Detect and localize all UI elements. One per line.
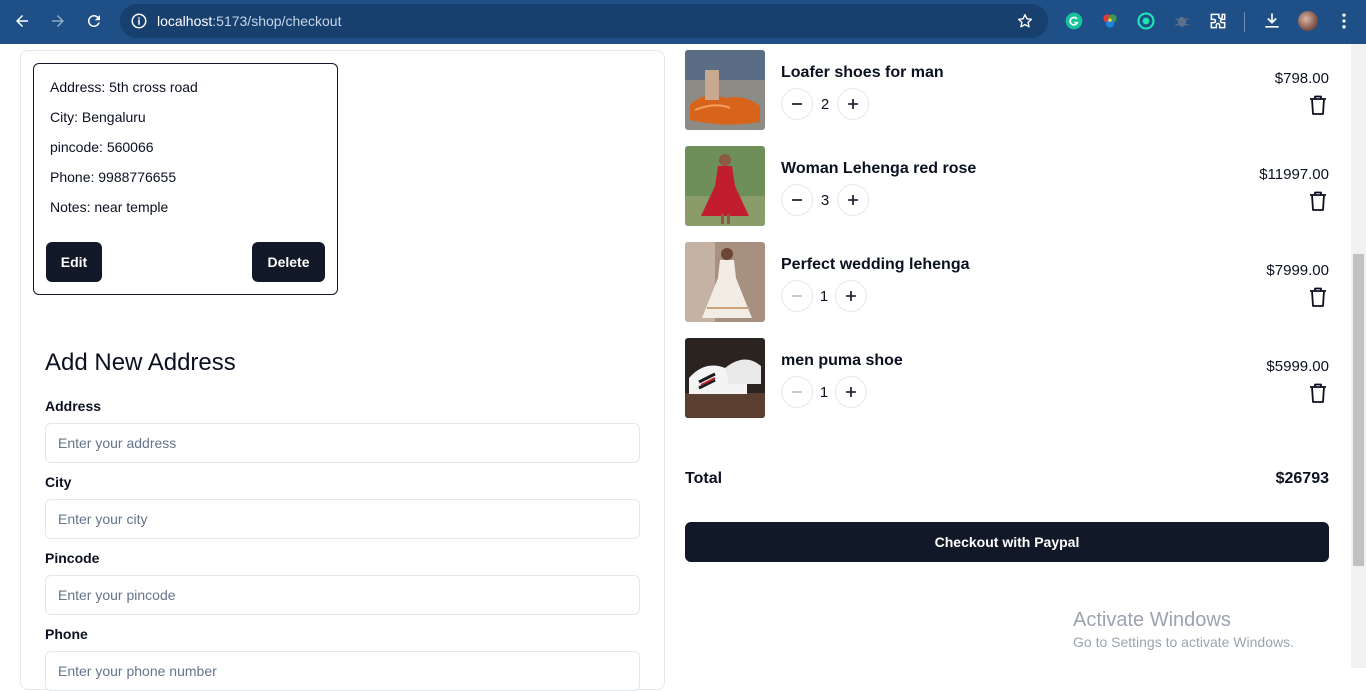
kebab-menu-icon[interactable]: [1334, 11, 1354, 31]
decrease-quantity-button[interactable]: [781, 184, 813, 216]
phone-input[interactable]: [45, 651, 640, 691]
cart-item: Woman Lehenga red rose 3 $11997.00: [685, 146, 1329, 226]
watermark-subtitle: Go to Settings to activate Windows.: [1073, 634, 1294, 650]
item-price: $798.00: [1274, 70, 1329, 87]
plus-icon: [848, 195, 858, 205]
download-icon[interactable]: [1262, 11, 1282, 31]
notes-line: Notes: near temple: [50, 199, 169, 215]
checkout-page: Address: 5th cross road City: Bengaluru …: [0, 44, 1366, 691]
trash-icon[interactable]: [1308, 286, 1328, 308]
increase-quantity-button[interactable]: [835, 280, 867, 312]
scrollbar-thumb[interactable]: [1353, 254, 1364, 566]
cart-item: Loafer shoes for man 2 $798.00: [685, 50, 1329, 130]
product-image: [685, 338, 765, 418]
watermark-title: Activate Windows: [1073, 609, 1231, 631]
item-quantity: 1: [819, 288, 829, 305]
address-field-label: Address: [45, 398, 102, 414]
pincode-input[interactable]: [45, 575, 640, 615]
item-quantity: 3: [820, 192, 830, 209]
forward-icon[interactable]: [46, 9, 70, 33]
back-icon[interactable]: [10, 9, 34, 33]
add-address-title: Add New Address: [45, 349, 236, 376]
extensions-puzzle-icon[interactable]: [1208, 11, 1228, 31]
decrease-quantity-button[interactable]: [781, 280, 813, 312]
trash-icon[interactable]: [1308, 94, 1328, 116]
city-field-label: City: [45, 474, 72, 490]
plus-icon: [846, 291, 856, 301]
product-image: [685, 242, 765, 322]
phone-line: Phone: 9988776655: [50, 169, 177, 185]
item-title: Loafer shoes for man: [781, 64, 944, 81]
trash-icon[interactable]: [1308, 382, 1328, 404]
item-price: $11997.00: [1259, 166, 1329, 183]
bookmark-star-icon[interactable]: [1016, 12, 1034, 30]
item-price: $7999.00: [1266, 262, 1329, 279]
target-extension-icon[interactable]: [1136, 11, 1156, 31]
grammarly-extension-icon[interactable]: [1064, 11, 1084, 31]
browser-toolbar: localhost:5173/shop/checkout: [0, 0, 1366, 44]
product-image: [685, 50, 765, 130]
address-line: Address: 5th cross road: [50, 79, 198, 95]
debugger-extension-icon[interactable]: [1172, 11, 1192, 31]
address-input[interactable]: [45, 423, 640, 463]
item-quantity: 2: [820, 96, 830, 113]
total-label: Total: [685, 470, 723, 487]
increase-quantity-button[interactable]: [835, 376, 867, 408]
plus-icon: [846, 387, 856, 397]
city-input[interactable]: [45, 499, 640, 539]
item-price: $5999.00: [1266, 358, 1329, 375]
windows-activation-watermark: Activate Windows Go to Settings to activ…: [1073, 609, 1294, 650]
product-image: [685, 146, 765, 226]
increase-quantity-button[interactable]: [837, 88, 869, 120]
plus-icon: [848, 99, 858, 109]
total-value: $26793: [1275, 470, 1329, 487]
minus-icon: [792, 391, 802, 393]
url-text: localhost:5173/shop/checkout: [157, 13, 342, 29]
phone-field-label: Phone: [45, 626, 88, 642]
trash-icon[interactable]: [1308, 190, 1328, 212]
minus-icon: [792, 199, 802, 201]
edit-address-button[interactable]: Edit: [46, 242, 102, 282]
reload-icon[interactable]: [82, 9, 106, 33]
minus-icon: [792, 295, 802, 297]
item-title: Woman Lehenga red rose: [781, 160, 977, 177]
decrease-quantity-button[interactable]: [781, 88, 813, 120]
profile-avatar[interactable]: [1298, 11, 1318, 31]
site-info-icon[interactable]: [130, 12, 148, 30]
increase-quantity-button[interactable]: [837, 184, 869, 216]
minus-icon: [792, 103, 802, 105]
checkout-paypal-button[interactable]: Checkout with Paypal: [685, 522, 1329, 562]
cart-item: men puma shoe 1 $5999.00: [685, 338, 1329, 418]
decrease-quantity-button[interactable]: [781, 376, 813, 408]
toolbar-divider: [1244, 12, 1245, 32]
saved-address-card[interactable]: Address: 5th cross road City: Bengaluru …: [33, 63, 338, 295]
item-title: Perfect wedding lehenga: [781, 256, 970, 273]
pincode-line: pincode: 560066: [50, 139, 154, 155]
page-scrollbar[interactable]: [1351, 44, 1366, 668]
city-line: City: Bengaluru: [50, 109, 146, 125]
item-quantity: 1: [819, 384, 829, 401]
cart-item: Perfect wedding lehenga 1 $7999.00: [685, 242, 1329, 322]
item-title: men puma shoe: [781, 352, 903, 369]
color-picker-extension-icon[interactable]: [1100, 11, 1120, 31]
pincode-field-label: Pincode: [45, 550, 100, 566]
address-bar[interactable]: localhost:5173/shop/checkout: [120, 4, 1048, 38]
delete-address-button[interactable]: Delete: [252, 242, 325, 282]
